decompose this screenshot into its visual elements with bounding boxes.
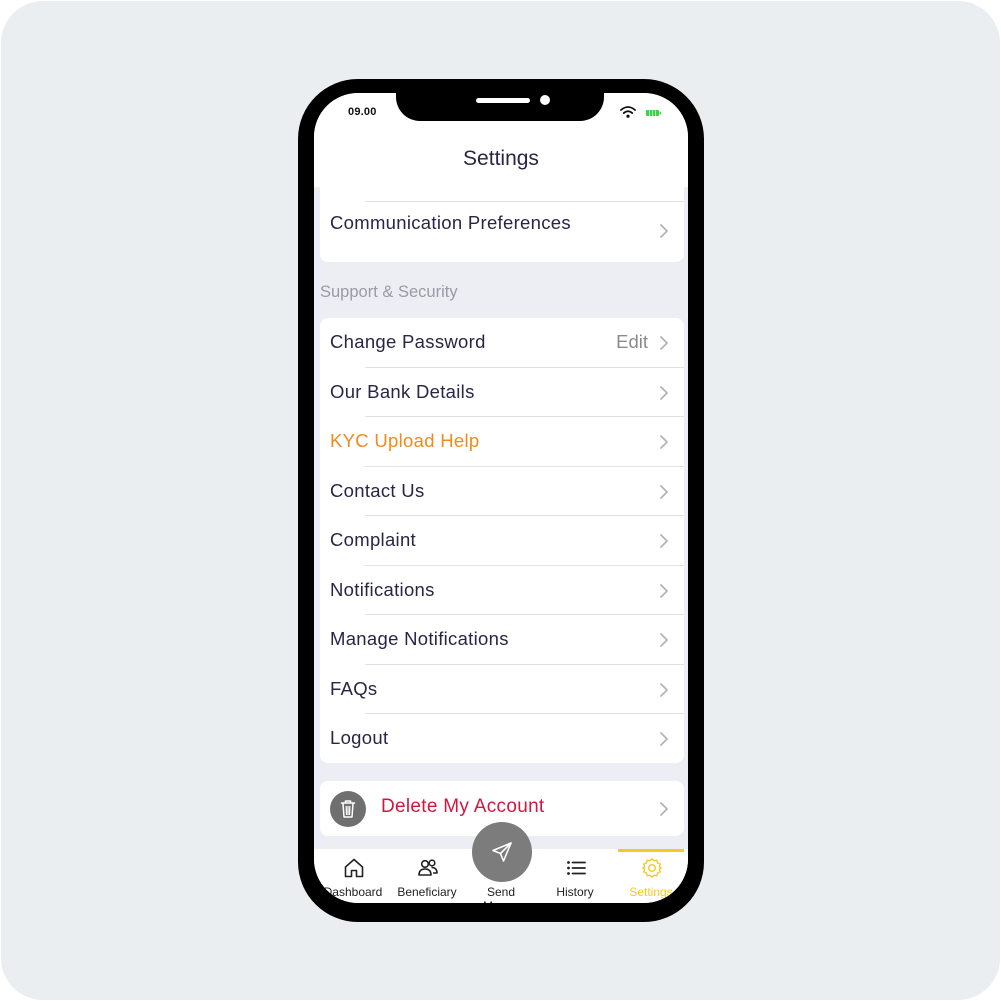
- row-label: Contact Us: [330, 479, 425, 501]
- status-bar: 09.00: [314, 93, 688, 133]
- camera: [540, 95, 550, 105]
- row-label: Notifications: [330, 578, 435, 600]
- tab-label: Beneficiary: [397, 885, 457, 899]
- chevron-right-icon: [660, 435, 668, 449]
- wifi-icon: [620, 106, 636, 118]
- battery-icon: [646, 110, 662, 116]
- row-label: Complaint: [330, 529, 416, 550]
- row-label: Communication Preferences: [330, 212, 571, 233]
- row-label: Our Bank Details: [330, 380, 475, 402]
- row-label: Change Password: [330, 331, 486, 352]
- status-time: 09.00: [348, 106, 377, 118]
- preferences-card: Communication Preferences: [320, 187, 684, 262]
- settings-row-communication-preferences[interactable]: Communication Preferences: [320, 202, 684, 262]
- chevron-right-icon: [660, 682, 668, 697]
- users-icon: [418, 859, 438, 876]
- tab-label: Settings: [629, 885, 673, 899]
- speaker: [476, 98, 530, 103]
- home-icon: [344, 858, 364, 878]
- chevron-right-icon: [660, 732, 668, 746]
- settings-row-manage-notifications[interactable]: Manage Notifications: [320, 615, 684, 665]
- row-value: Edit: [616, 331, 648, 352]
- list-icon: [567, 861, 586, 875]
- chevron-right-icon: [660, 583, 668, 598]
- page-title: Settings: [463, 147, 539, 170]
- chevron-right-icon: [660, 224, 668, 238]
- send-money-button[interactable]: [472, 822, 532, 882]
- delete-account-label: Delete My Account: [381, 796, 545, 817]
- tab-label: Send Money: [483, 885, 519, 903]
- top-header: Settings: [314, 133, 688, 187]
- row-label: Logout: [330, 727, 389, 748]
- trash-icon: [330, 791, 366, 827]
- notch: [396, 93, 604, 121]
- row-label: FAQs: [330, 677, 378, 699]
- settings-row-notifications[interactable]: Notifications: [320, 566, 684, 615]
- gear-icon: [642, 858, 662, 878]
- tab-beneficiary[interactable]: Beneficiary: [390, 849, 464, 903]
- active-tab-indicator: [618, 849, 684, 852]
- security-card: Change Password Edit Our Bank Details KY…: [320, 318, 684, 763]
- chevron-right-icon: [660, 385, 668, 400]
- settings-row-contact-us[interactable]: Contact Us: [320, 467, 684, 516]
- tab-history[interactable]: History: [538, 849, 612, 903]
- settings-row-change-password[interactable]: Change Password Edit: [320, 318, 684, 368]
- section-title: Support & Security: [320, 283, 458, 301]
- tab-label: History: [556, 885, 594, 899]
- settings-row-logout[interactable]: Logout: [320, 714, 684, 764]
- settings-row-our-bank-details[interactable]: Our Bank Details: [320, 368, 684, 417]
- settings-row-complaint[interactable]: Complaint: [320, 516, 684, 566]
- chevron-right-icon: [660, 534, 668, 548]
- row-label: Manage Notifications: [330, 628, 509, 649]
- settings-row-kyc-upload-help[interactable]: KYC Upload Help: [320, 417, 684, 467]
- phone-screen: 09.00 Settings Communication Preferences: [314, 93, 688, 903]
- tab-dashboard[interactable]: Dashboard: [316, 849, 390, 903]
- chevron-right-icon: [660, 336, 668, 350]
- settings-row-faqs[interactable]: FAQs: [320, 665, 684, 714]
- send-icon: [492, 842, 512, 862]
- chevron-right-icon: [660, 802, 668, 816]
- chevron-right-icon: [660, 484, 668, 499]
- row-label: KYC Upload Help: [330, 430, 480, 451]
- tab-settings[interactable]: Settings: [614, 849, 688, 903]
- chevron-right-icon: [660, 633, 668, 647]
